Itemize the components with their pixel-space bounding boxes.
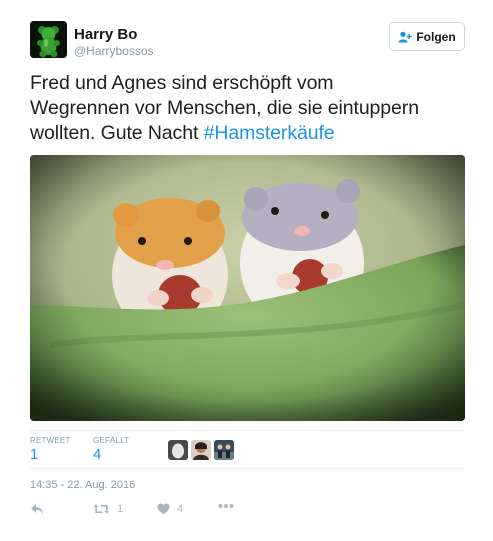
divider	[30, 430, 465, 431]
tweet-text-line: wollten. Gute Nacht #Hamsterkäufe	[30, 121, 470, 146]
like-button[interactable]: 4	[157, 503, 183, 515]
hashtag-link[interactable]: #Hamsterkäufe	[204, 122, 335, 144]
tweet-text-line: Wegrennen vor Menschen, die sie eintuppe…	[30, 97, 419, 119]
add-user-icon	[398, 31, 413, 42]
tweet-timestamp[interactable]: 14:35 - 22. Aug. 2016	[30, 479, 135, 491]
user-name[interactable]: Harry Bo	[74, 26, 137, 43]
like-stat-count[interactable]: 4	[93, 446, 101, 463]
tweet-photo[interactable]	[30, 155, 465, 421]
retweet-icon	[93, 504, 110, 514]
follow-button[interactable]: Folgen	[389, 22, 465, 51]
tweet-text: Fred und Agnes sind erschöpft vom Wegren…	[30, 71, 470, 146]
person-avatar-icon	[191, 440, 211, 460]
more-icon	[218, 504, 234, 508]
retweet-stat-count[interactable]: 1	[30, 446, 38, 463]
retweet-stat-label: RETWEET	[30, 436, 71, 445]
heart-icon	[157, 503, 170, 515]
liker-avatar[interactable]	[214, 440, 234, 460]
more-button[interactable]	[218, 503, 234, 509]
likers-avatars	[168, 440, 234, 460]
user-handle[interactable]: @Harrybossos	[74, 44, 154, 58]
liker-avatar[interactable]	[191, 440, 211, 460]
group-avatar-icon	[214, 440, 234, 460]
retweet-button[interactable]: 1	[93, 503, 123, 515]
gummy-bear-icon	[30, 21, 67, 58]
liker-avatar[interactable]	[168, 440, 188, 460]
retweet-action-count: 1	[117, 503, 124, 515]
tweet-text-line: Fred und Agnes sind erschöpft vom	[30, 72, 334, 94]
reply-button[interactable]	[30, 503, 44, 515]
tweet-text-segment: wollten. Gute Nacht	[30, 122, 204, 144]
egg-avatar-icon	[168, 440, 188, 460]
divider	[30, 468, 465, 469]
like-stat-label: GEFÄLLT	[93, 436, 130, 445]
like-action-count: 4	[177, 503, 184, 515]
avatar[interactable]	[30, 21, 67, 58]
hamsters-photo-image	[30, 155, 465, 421]
follow-button-label: Folgen	[416, 29, 456, 44]
reply-icon	[31, 504, 43, 514]
